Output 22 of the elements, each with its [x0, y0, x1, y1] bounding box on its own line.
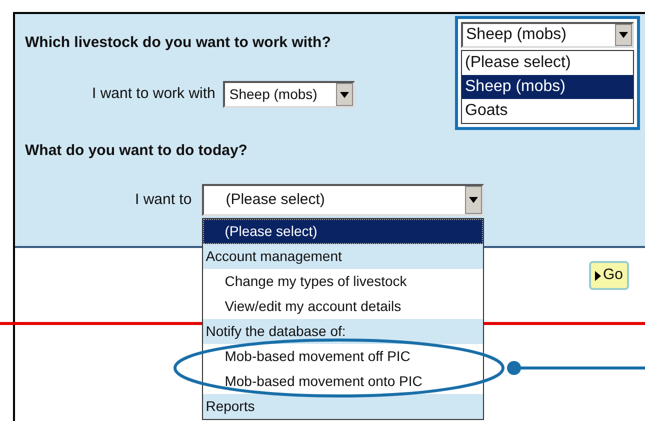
caret-icon: [340, 92, 350, 98]
question-heading: What do you want to do today?: [25, 142, 248, 160]
dropdown-option[interactable]: Change my types of livestock: [202, 269, 483, 294]
caret-icon: [619, 32, 628, 38]
question-heading: Which livestock do you want to work with?: [25, 34, 331, 52]
dropdown-option[interactable]: (Please select): [202, 219, 483, 244]
dropdown-option[interactable]: Sheep (mobs): [462, 75, 633, 99]
dropdown-select[interactable]: (Please select): [202, 184, 484, 216]
dropdown-select[interactable]: Sheep (mobs): [223, 81, 356, 108]
dropdown-option[interactable]: (Please select): [462, 51, 633, 75]
dropdown-option[interactable]: Goats: [462, 99, 633, 123]
dropdown-option[interactable]: Mob-based movement off PIC: [202, 344, 483, 369]
dropdown-option[interactable]: View/edit my account details: [202, 294, 483, 319]
caret-icon: [468, 197, 478, 203]
play-icon: [595, 270, 601, 280]
field-label: I want to work with: [92, 84, 216, 104]
go-button[interactable]: Go: [589, 261, 630, 290]
option-group-label: Account management: [202, 244, 483, 269]
option-group-label: Reports: [202, 394, 483, 419]
dropdown-select[interactable]: Sheep (mobs): [461, 22, 634, 48]
dropdown-option[interactable]: Mob-based movement onto PIC: [202, 369, 483, 394]
field-label: I want to: [135, 190, 192, 210]
